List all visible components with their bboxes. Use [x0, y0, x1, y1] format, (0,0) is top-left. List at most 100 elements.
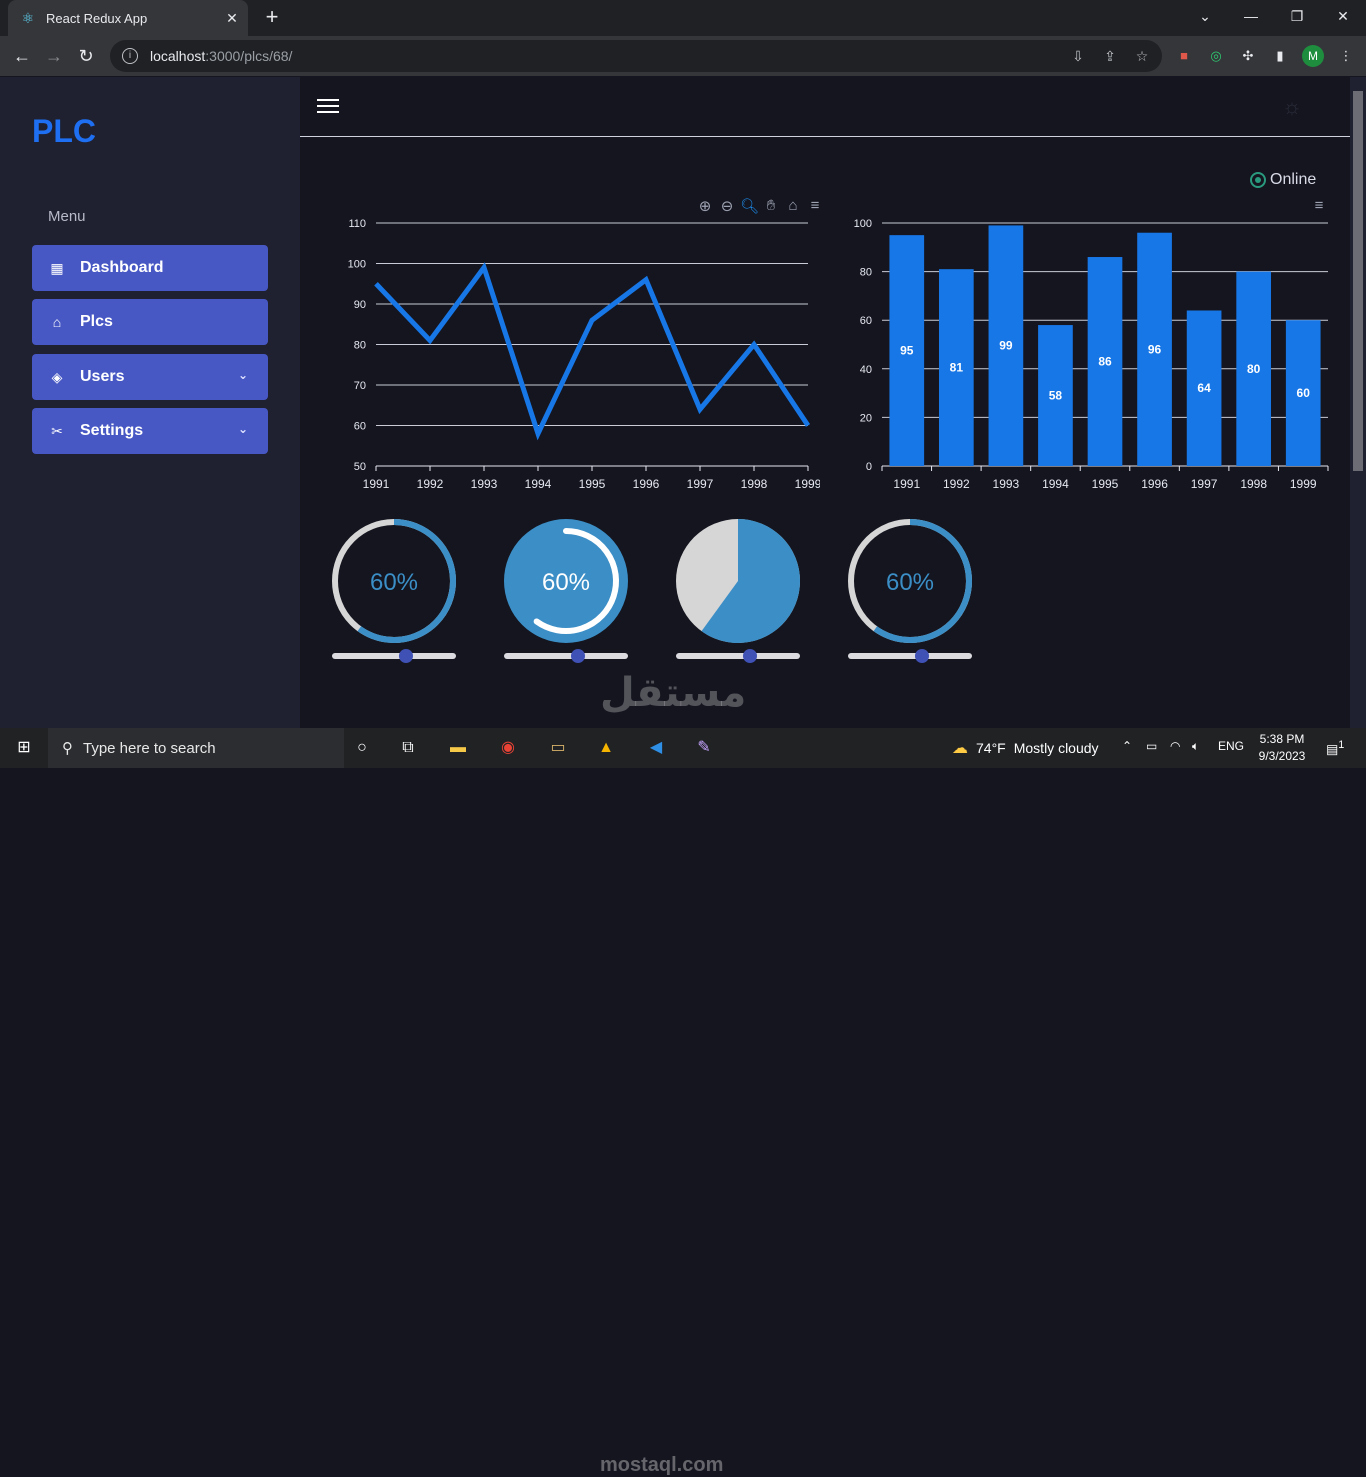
y-tick-label: 100: [348, 259, 366, 271]
site-info-icon[interactable]: i: [122, 48, 138, 64]
router-icon: ⌂: [50, 315, 64, 329]
browser-tab-strip: ⚛ React Redux App ✕ + ⌄ — ❐ ✕: [0, 0, 1366, 36]
chevron-down-icon: ⌄: [238, 368, 248, 382]
extensions-puzzle-icon[interactable]: ✣: [1238, 46, 1258, 66]
sidebar-item-label: Users: [80, 368, 124, 386]
tab-search-icon[interactable]: ⌄: [1182, 4, 1228, 28]
gauge-label: 60%: [370, 569, 418, 596]
x-tick-label: 1995: [579, 477, 606, 491]
forward-button[interactable]: →: [42, 44, 66, 68]
extension-green-icon[interactable]: ◎: [1206, 46, 1226, 66]
menu-label: Menu: [48, 208, 86, 225]
y-tick-label: 90: [354, 299, 366, 311]
sidebar-item-users[interactable]: ◈ Users ⌄: [32, 354, 268, 400]
sidebar-item-label: Settings: [80, 422, 143, 440]
scrollbar-thumb[interactable]: [1353, 91, 1363, 471]
install-icon[interactable]: ⇩: [1068, 46, 1088, 66]
reload-button[interactable]: ↻: [74, 44, 98, 68]
x-tick-label: 1996: [1141, 477, 1168, 491]
x-tick-label: 1995: [1092, 477, 1119, 491]
app-icon[interactable]: ▭: [546, 736, 570, 760]
weather-widget[interactable]: ☁ 74°F Mostly cloudy: [952, 738, 1099, 758]
status-label: Online: [1270, 171, 1316, 189]
new-tab-button[interactable]: +: [260, 5, 284, 29]
x-tick-label: 1993: [993, 477, 1020, 491]
browser-menu-icon[interactable]: ⋮: [1336, 46, 1356, 66]
minimize-button[interactable]: —: [1228, 4, 1274, 28]
search-icon: ⚲: [62, 739, 73, 757]
data-label: 99: [999, 339, 1013, 353]
y-tick-label: 50: [354, 461, 366, 473]
y-tick-label: 60: [860, 315, 872, 327]
theme-toggle-sun-icon[interactable]: ☼: [1280, 95, 1304, 119]
clock-time: 5:38 PM: [1252, 731, 1312, 748]
sidebar-item-label: Plcs: [80, 313, 113, 331]
wifi-icon[interactable]: ◠: [1170, 739, 1180, 753]
share-icon[interactable]: ⇪: [1100, 46, 1120, 66]
bar-chart: 0204060801009519918119929919935819948619…: [840, 213, 1340, 503]
app-warning-icon[interactable]: ▲: [594, 736, 618, 760]
gauge-slider-4[interactable]: [848, 653, 972, 659]
sidebar-item-plcs[interactable]: ⌂ Plcs: [32, 299, 268, 345]
volume-icon[interactable]: 🔈︎: [1192, 739, 1199, 754]
close-window-button[interactable]: ✕: [1320, 4, 1366, 28]
notification-center-icon[interactable]: ▤1: [1326, 739, 1344, 757]
watermark-arabic: مستقل: [600, 670, 746, 716]
system-clock[interactable]: 5:38 PM 9/3/2023: [1252, 731, 1312, 765]
weather-temp: 74°F: [976, 740, 1006, 756]
restore-button[interactable]: ❐: [1274, 4, 1320, 28]
main-content: ☼ Online ⊕ ⊖ 🔍︎ ✋︎ ⌂ ≡ ≡ 506070809010011…: [300, 77, 1350, 728]
y-tick-label: 80: [860, 267, 872, 279]
cloudy-weather-icon: ☁: [952, 738, 968, 758]
y-tick-label: 0: [866, 461, 872, 473]
file-explorer-icon[interactable]: ▬: [446, 736, 470, 760]
gauge-slider-2[interactable]: [504, 653, 628, 659]
data-label: 60: [1297, 386, 1311, 400]
bookmark-star-icon[interactable]: ☆: [1132, 46, 1152, 66]
top-bar: ☼: [300, 77, 1350, 137]
status-dot-icon: [1250, 172, 1266, 188]
data-label: 81: [950, 361, 964, 375]
data-label: 96: [1148, 342, 1162, 356]
y-tick-label: 110: [348, 218, 366, 230]
x-tick-label: 1993: [471, 477, 498, 491]
sidebar-item-settings[interactable]: ✂ Settings ⌄: [32, 408, 268, 454]
side-panel-icon[interactable]: ▮: [1270, 46, 1290, 66]
react-icon: ⚛: [20, 10, 36, 26]
battery-icon[interactable]: ▭: [1146, 739, 1157, 753]
y-tick-label: 60: [354, 421, 366, 433]
gauge-slider-1[interactable]: [332, 653, 456, 659]
brand-logo[interactable]: PLC: [32, 113, 96, 150]
data-label: 86: [1098, 355, 1112, 369]
hamburger-menu-icon[interactable]: [317, 99, 339, 117]
windows-start-icon[interactable]: ⊞: [12, 736, 36, 760]
layers-icon: ◈: [50, 370, 64, 384]
page-scrollbar[interactable]: [1350, 77, 1366, 728]
cortana-icon[interactable]: ○: [350, 736, 374, 760]
taskbar-search[interactable]: ⚲ Type here to search: [48, 728, 344, 768]
sidebar-item-dashboard[interactable]: ▦ Dashboard: [32, 245, 268, 291]
close-tab-icon[interactable]: ✕: [222, 10, 242, 27]
x-tick-label: 1997: [1191, 477, 1218, 491]
x-tick-label: 1999: [1290, 477, 1317, 491]
task-view-icon[interactable]: ⧉: [396, 736, 420, 760]
chrome-icon[interactable]: ◉: [496, 736, 520, 760]
paint-icon[interactable]: ✎: [692, 736, 716, 760]
vscode-icon[interactable]: ◀: [644, 736, 668, 760]
clock-date: 9/3/2023: [1252, 748, 1312, 765]
gauge-slider-3[interactable]: [676, 653, 800, 659]
notification-count: 1: [1338, 739, 1344, 751]
tray-expand-icon[interactable]: ⌃: [1122, 739, 1132, 753]
browser-tab[interactable]: ⚛ React Redux App ✕: [8, 0, 248, 36]
y-tick-label: 80: [354, 340, 366, 352]
extension-red-icon[interactable]: ■: [1174, 46, 1194, 66]
url-host: localhost: [150, 48, 205, 64]
gauge-label: 60%: [886, 569, 934, 596]
back-button[interactable]: ←: [10, 44, 34, 68]
profile-avatar[interactable]: M: [1302, 45, 1324, 67]
language-indicator[interactable]: ENG: [1218, 739, 1244, 753]
chart-menu-icon[interactable]: ≡: [1310, 197, 1328, 214]
y-tick-label: 40: [860, 364, 872, 376]
address-bar[interactable]: i localhost:3000/plcs/68/ ⇩ ⇪ ☆: [110, 40, 1162, 72]
watermark-latin: mostaql.com: [600, 1454, 723, 1477]
